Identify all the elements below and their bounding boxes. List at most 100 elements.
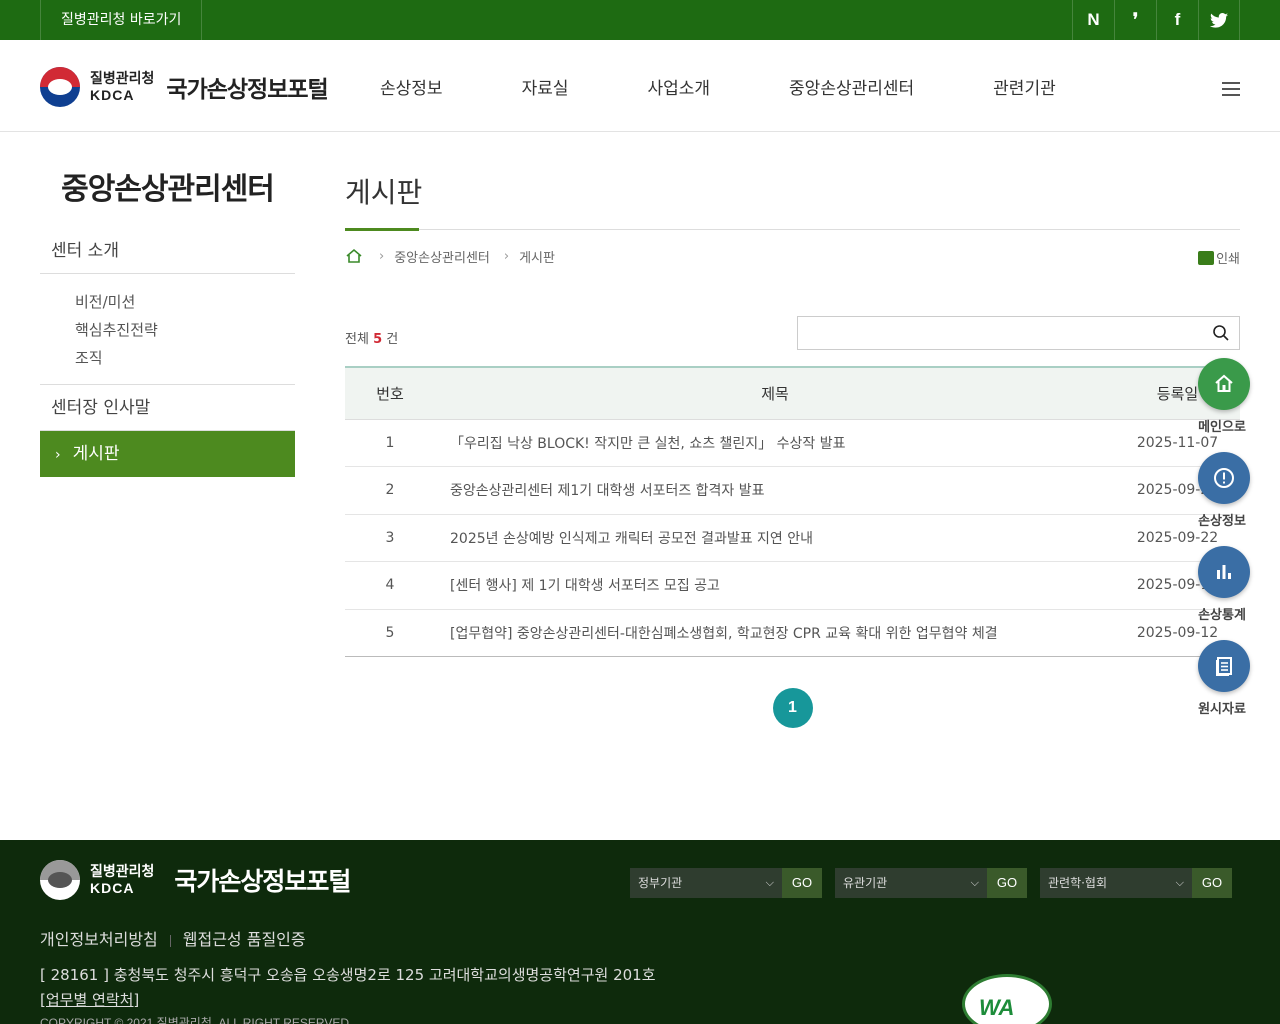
- table-row[interactable]: 3 2025년 손상예방 인식제고 캐릭터 공모전 결과발표 지연 안내 202…: [345, 514, 1240, 562]
- family-site-selects: 정부기관 ⌵ GO 유관기관 ⌵ GO 관련학·협회 ⌵ GO: [630, 868, 1245, 898]
- search-input[interactable]: [798, 317, 1198, 349]
- side-nav-intro[interactable]: 센터 소개: [40, 228, 295, 274]
- chevron-down-icon: ⌵: [1175, 876, 1184, 889]
- nav-archive[interactable]: 자료실: [522, 74, 569, 99]
- footer-address: [ 28161 ] 충청북도 청주시 흥덕구 오송읍 오송생명2로 125 고려…: [40, 966, 656, 984]
- footer-portal-title: 국가손상정보포털: [174, 867, 351, 896]
- row-title[interactable]: 2025년 손상예방 인식제고 캐릭터 공모전 결과발표 지연 안내: [435, 514, 1115, 562]
- chevron-down-icon: ⌵: [970, 876, 979, 889]
- related-agency-go-button[interactable]: GO: [987, 868, 1027, 898]
- quick-menu: 메인으로 손상정보 손상통계 원시자료: [1198, 358, 1250, 734]
- home-icon[interactable]: [345, 248, 363, 264]
- document-icon[interactable]: [1198, 640, 1250, 692]
- site-logo[interactable]: 질병관리청 KDCA 국가손상정보포털: [40, 67, 329, 107]
- total-prefix: 전체: [345, 332, 369, 347]
- menu-icon[interactable]: [1222, 82, 1240, 96]
- naver-blog-icon[interactable]: N: [1072, 0, 1114, 40]
- side-nav: 중앙손상관리센터 센터 소개 비전/미션 핵심추진전략 조직 센터장 인사말 ›…: [40, 168, 295, 477]
- page-button-current[interactable]: 1: [772, 688, 813, 728]
- contact-link[interactable]: [업무별 연락처]: [40, 989, 139, 1010]
- alert-icon[interactable]: [1198, 452, 1250, 504]
- nav-related[interactable]: 관련기관: [993, 74, 1056, 99]
- post-icon[interactable]: ❜: [1114, 0, 1156, 40]
- row-title[interactable]: 중앙손상관리센터 제1기 대학생 서포터즈 합격자 발표: [435, 467, 1115, 515]
- related-agency-select: 유관기관 ⌵ GO: [835, 868, 1027, 898]
- main-nav: 손상정보 자료실 사업소개 중앙손상관리센터 관련기관: [380, 40, 1135, 132]
- total-count: 전체 5 건: [345, 328, 398, 347]
- nav-injury-info[interactable]: 손상정보: [380, 74, 443, 99]
- quick-injury-info-label: 손상정보: [1198, 514, 1246, 529]
- bar-chart-icon[interactable]: [1198, 546, 1250, 598]
- logo-portal-title: 국가손상정보포털: [166, 77, 328, 103]
- print-label: 인쇄: [1216, 252, 1240, 267]
- chevron-right-icon: ›: [379, 248, 385, 264]
- web-accessibility-mark-icon: WA: [962, 974, 1052, 1024]
- board-top: 전체 5 건: [345, 316, 1240, 366]
- quick-main[interactable]: 메인으로: [1198, 358, 1250, 435]
- logo-agency-en: KDCA: [90, 87, 135, 103]
- side-nav-title: 중앙손상관리센터: [61, 172, 275, 207]
- breadcrumb-board[interactable]: 게시판: [519, 247, 555, 266]
- table-row[interactable]: 2 중앙손상관리센터 제1기 대학생 서포터즈 합격자 발표 2025-09-2…: [345, 467, 1240, 515]
- society-label: 관련학·협회: [1048, 876, 1108, 890]
- table-row[interactable]: 5 [업무협약] 중앙손상관리센터-대한심폐소생협회, 학교현장 CPR 교육 …: [345, 609, 1240, 657]
- side-nav-strategy[interactable]: 핵심추진전략: [75, 316, 295, 344]
- sns-links: N ❜ f: [1072, 0, 1240, 40]
- chevron-down-icon: ⌵: [765, 876, 774, 889]
- society-select: 관련학·협회 ⌵ GO: [1040, 868, 1232, 898]
- side-nav-organization[interactable]: 조직: [75, 344, 295, 372]
- search-icon[interactable]: [1213, 325, 1229, 341]
- header: 질병관리청 KDCA 국가손상정보포털 손상정보 자료실 사업소개 중앙손상관리…: [0, 40, 1280, 132]
- nav-business[interactable]: 사업소개: [647, 74, 710, 99]
- side-nav-sub: 비전/미션 핵심추진전략 조직: [40, 274, 295, 385]
- side-nav-vision[interactable]: 비전/미션: [75, 288, 295, 316]
- search-box: [797, 316, 1240, 350]
- table-row[interactable]: 1 「우리집 낙상 BLOCK! 작지만 큰 실천, 쇼츠 챌린지」 수상작 발…: [345, 419, 1240, 467]
- footer-logo: 질병관리청 KDCA 국가손상정보포털: [40, 860, 351, 900]
- gov-agency-label: 정부기관: [638, 876, 683, 890]
- side-nav-greeting[interactable]: 센터장 인사말: [40, 385, 295, 431]
- quick-injury-info[interactable]: 손상정보: [1198, 452, 1250, 529]
- page-title: 게시판: [345, 168, 1240, 231]
- pagination: 1: [345, 688, 1240, 728]
- related-agency-dropdown[interactable]: 유관기관 ⌵: [835, 868, 987, 898]
- nav-center[interactable]: 중앙손상관리센터: [789, 74, 914, 99]
- quick-raw-data[interactable]: 원시자료: [1198, 640, 1250, 717]
- row-number: 1: [385, 434, 395, 451]
- society-go-button[interactable]: GO: [1192, 868, 1232, 898]
- gov-agency-dropdown[interactable]: 정부기관 ⌵: [630, 868, 782, 898]
- privacy-policy-link[interactable]: 개인정보처리방침: [40, 930, 158, 949]
- row-title[interactable]: 「우리집 낙상 BLOCK! 작지만 큰 실천, 쇼츠 챌린지」 수상작 발표: [435, 419, 1115, 467]
- main-content: 게시판 › 중앙손상관리센터 › 게시판 인쇄 전체 5 건 번호 제목 등록일…: [345, 168, 1240, 728]
- home-icon[interactable]: [1198, 358, 1250, 410]
- breadcrumb-center[interactable]: 중앙손상관리센터: [394, 247, 490, 266]
- col-title: 제목: [435, 367, 1115, 420]
- total-number: 5: [373, 332, 383, 347]
- side-nav-board-label: 게시판: [72, 444, 120, 464]
- quick-statistics[interactable]: 손상통계: [1198, 546, 1250, 623]
- wa-mark-text: WA: [979, 995, 1015, 1020]
- side-nav-board[interactable]: › 게시판: [40, 431, 295, 477]
- related-agency-label: 유관기관: [843, 876, 888, 890]
- accessibility-link[interactable]: 웹접근성 품질인증: [183, 930, 306, 949]
- row-title[interactable]: [업무협약] 중앙손상관리센터-대한심폐소생협회, 학교현장 CPR 교육 확대…: [435, 609, 1115, 657]
- row-number: 3: [385, 529, 395, 546]
- top-bar: 질병관리청 바로가기 N ❜ f: [0, 0, 1280, 40]
- row-title[interactable]: [센터 행사] 제 1기 대학생 서포터즈 모집 공고: [435, 562, 1115, 610]
- table-row[interactable]: 4 [센터 행사] 제 1기 대학생 서포터즈 모집 공고 2025-09-12: [345, 562, 1240, 610]
- footer-agency: 질병관리청: [90, 863, 155, 880]
- print-button[interactable]: 인쇄: [1198, 248, 1240, 267]
- row-number: 4: [385, 577, 395, 594]
- quick-main-label: 메인으로: [1198, 420, 1246, 435]
- society-dropdown[interactable]: 관련학·협회 ⌵: [1040, 868, 1192, 898]
- kdca-shortcut-link[interactable]: 질병관리청 바로가기: [40, 0, 203, 40]
- twitter-icon[interactable]: [1198, 0, 1240, 40]
- col-number: 번호: [345, 367, 435, 420]
- facebook-icon[interactable]: f: [1156, 0, 1198, 40]
- gov-agency-go-button[interactable]: GO: [782, 868, 822, 898]
- kdca-emblem-icon: [40, 67, 80, 107]
- table-header: 번호 제목 등록일: [345, 367, 1240, 420]
- footer: 질병관리청 KDCA 국가손상정보포털 정부기관 ⌵ GO 유관기관 ⌵ GO 관련…: [0, 840, 1280, 1024]
- logo-agency: 질병관리청: [90, 70, 155, 87]
- printer-icon: [1198, 250, 1215, 265]
